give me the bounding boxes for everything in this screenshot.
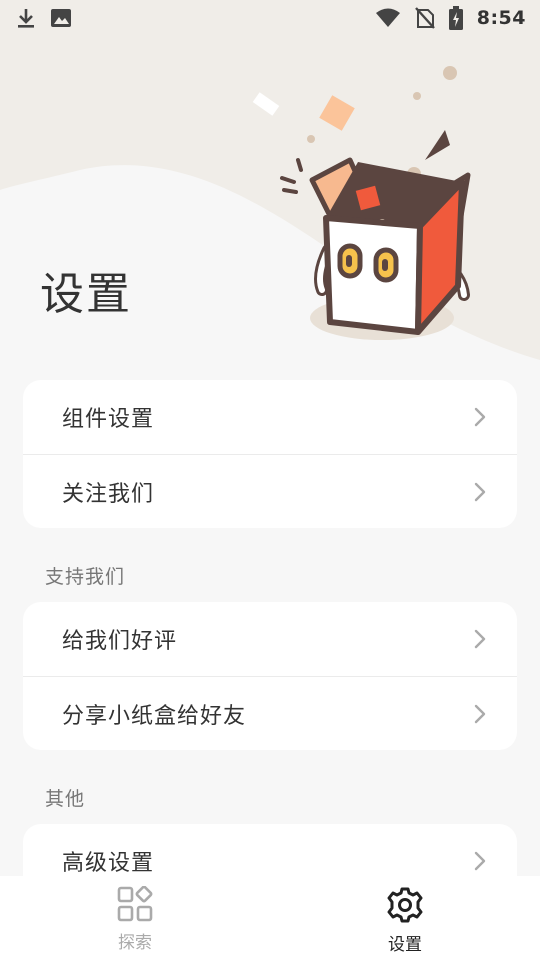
- rate-us-item[interactable]: 给我们好评: [23, 602, 517, 676]
- status-time: 8:54: [476, 7, 526, 29]
- tab-settings[interactable]: 设置: [270, 876, 540, 960]
- chevron-right-icon: [474, 704, 486, 723]
- wifi-icon: [375, 8, 400, 27]
- widget-settings-item[interactable]: 组件设置: [23, 380, 517, 454]
- share-app-item[interactable]: 分享小纸盒给好友: [23, 676, 517, 750]
- download-icon: [18, 9, 34, 28]
- section-header-other: 其他: [45, 788, 86, 810]
- battery-charging-icon: [448, 6, 463, 30]
- grid-icon: [117, 886, 153, 922]
- follow-us-item[interactable]: 关注我们: [23, 454, 517, 528]
- chevron-right-icon: [474, 482, 486, 501]
- bottom-navigation: 探索 设置: [0, 876, 540, 960]
- box-mascot-illustration: [252, 66, 471, 340]
- settings-group-support: 给我们好评 分享小纸盒给好友: [23, 602, 517, 750]
- follow-us-label: 关注我们: [62, 481, 155, 507]
- settings-group-main: 组件设置 关注我们: [23, 380, 517, 528]
- widget-settings-label: 组件设置: [62, 407, 155, 432]
- share-app-label: 分享小纸盒给好友: [62, 703, 247, 729]
- no-sim-icon: [414, 7, 435, 29]
- chevron-right-icon: [474, 407, 486, 427]
- image-icon: [51, 9, 71, 27]
- tab-explore-label: 探索: [118, 933, 152, 953]
- chevron-right-icon: [474, 629, 486, 649]
- page-title: 设置: [40, 269, 132, 320]
- section-header-support: 支持我们: [45, 566, 126, 588]
- advanced-settings-label: 高级设置: [62, 851, 155, 876]
- status-bar: 8:54: [0, 0, 540, 36]
- gear-icon: [387, 887, 423, 923]
- tab-explore[interactable]: 探索: [0, 876, 270, 960]
- chevron-right-icon: [474, 851, 486, 871]
- tab-settings-label: 设置: [388, 935, 422, 955]
- rate-us-label: 给我们好评: [62, 629, 178, 654]
